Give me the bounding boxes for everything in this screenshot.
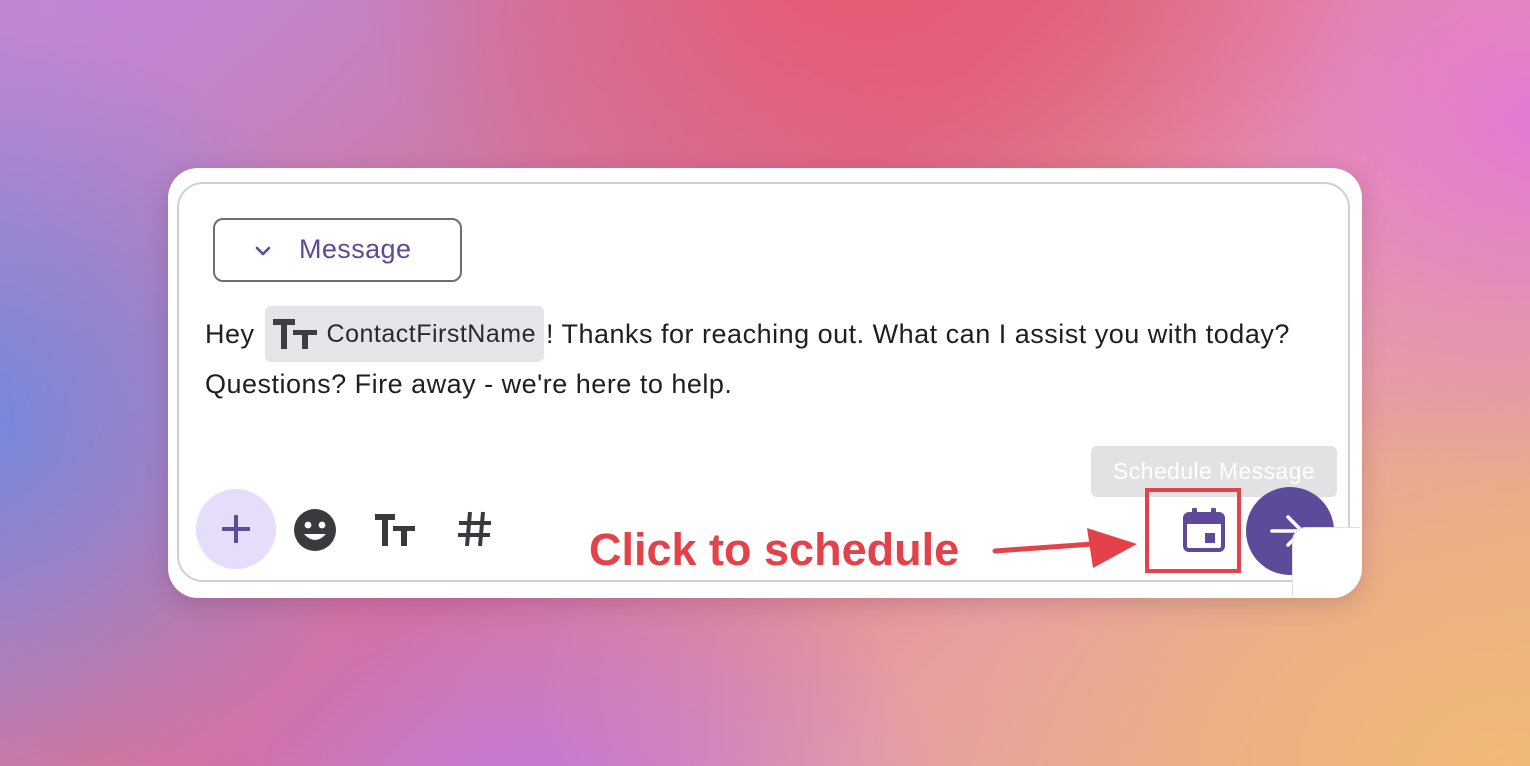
text-format-icon xyxy=(375,514,415,546)
calendar-icon xyxy=(1183,508,1225,552)
schedule-message-button[interactable] xyxy=(1145,488,1241,573)
message-type-label: Message xyxy=(299,234,412,264)
annotation-text: Click to schedule xyxy=(589,524,960,575)
variable-chip[interactable]: ContactFirstName xyxy=(264,306,544,362)
message-body[interactable]: Hey ContactFirstName! Thanks for reachin… xyxy=(205,306,1335,404)
plus-icon xyxy=(222,515,250,543)
chevron-down-icon xyxy=(255,246,271,256)
composer-frame: Message Hey ContactFirstName! Thanks for… xyxy=(177,182,1350,582)
message-type-dropdown[interactable]: Message xyxy=(213,218,462,282)
emoji-icon xyxy=(294,509,336,551)
message-composer-card: Message Hey ContactFirstName! Thanks for… xyxy=(168,168,1362,598)
text-variable-icon xyxy=(272,319,317,349)
overlay-panel-corner xyxy=(1293,528,1362,598)
annotation-arrow-icon xyxy=(992,528,1137,568)
variable-name: ContactFirstName xyxy=(326,320,536,348)
text-format-button[interactable] xyxy=(373,512,417,548)
hashtag-icon xyxy=(458,511,491,547)
hashtag-button[interactable] xyxy=(457,510,493,548)
add-attachment-button[interactable] xyxy=(196,489,276,569)
emoji-button[interactable] xyxy=(293,508,337,552)
message-prefix: Hey xyxy=(205,319,263,350)
